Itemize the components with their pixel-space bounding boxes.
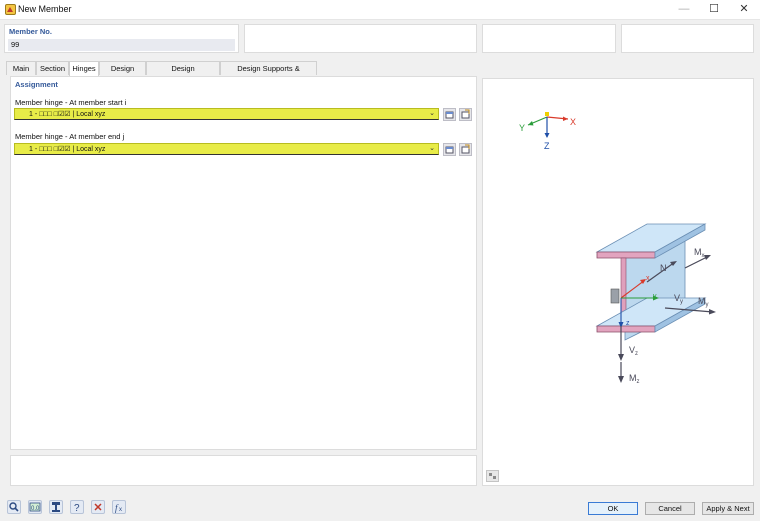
comment-panel[interactable] <box>10 455 477 486</box>
delete-button[interactable] <box>91 500 105 514</box>
mz-subscript: z <box>637 379 640 385</box>
member-info-icon <box>52 502 60 512</box>
delete-icon <box>94 503 102 511</box>
ok-button[interactable]: OK <box>588 502 638 515</box>
close-button[interactable]: ✕ <box>729 0 759 20</box>
numbers-button[interactable]: 0.0 <box>28 500 42 514</box>
function-icon: fx <box>115 503 122 513</box>
local-z-label: z <box>626 320 630 327</box>
svg-text:Mx: Mx <box>694 247 705 259</box>
hinge-start-value: 1 - □□□ □☑☑ | Local xyz <box>29 111 106 118</box>
mx-label: M <box>694 247 702 257</box>
search-icon <box>9 502 19 512</box>
window-title: New Member <box>18 4 72 14</box>
my-subscript: y <box>706 302 709 308</box>
maximize-button[interactable]: ☐ <box>699 0 729 20</box>
hinge-color-swatch <box>18 145 26 153</box>
tab-section[interactable]: Section <box>36 61 69 75</box>
svg-text:0.0: 0.0 <box>31 506 40 512</box>
svg-text:Mz: Mz <box>629 373 640 385</box>
my-label: M <box>698 296 706 306</box>
tab-design-supports-deflection[interactable]: Design Supports & Deflection <box>220 61 317 86</box>
tab-hinges[interactable]: Hinges <box>69 61 99 76</box>
axis-x-label: X <box>570 117 576 127</box>
svg-text:x: x <box>119 507 122 513</box>
reset-view-icon <box>489 473 496 479</box>
chevron-down-icon: ⌄ <box>429 145 435 152</box>
new-object-icon <box>445 111 454 119</box>
new-hinge-start-button[interactable] <box>443 108 456 121</box>
hinge-end-label: Member hinge - At member end j <box>15 132 125 141</box>
edit-hinge-end-button[interactable] <box>459 143 472 156</box>
app-icon <box>5 4 16 15</box>
edit-object-icon <box>461 144 470 154</box>
member-no-label: Member No. <box>9 27 52 36</box>
search-button[interactable] <box>7 500 21 514</box>
member-hinge-diagram: Mx N Vy My x y z Vz Mz <box>595 223 716 385</box>
n-label: N <box>660 263 667 273</box>
member-no-field[interactable]: 99 <box>8 39 235 51</box>
minimize-button[interactable]: — <box>669 0 699 20</box>
mx-subscript: x <box>702 253 705 259</box>
numbers-icon: 0.0 <box>29 502 41 512</box>
help-icon: ? <box>74 503 80 514</box>
coordinate-system-diagram: X Y Z <box>519 112 576 151</box>
svg-text:Vz: Vz <box>629 345 638 357</box>
assignment-title: Assignment <box>15 80 58 89</box>
help-button[interactable]: ? <box>70 500 84 514</box>
header-panel-2 <box>244 24 477 53</box>
tab-design-configurations[interactable]: Design Configurations <box>146 61 220 86</box>
tab-main[interactable]: Main <box>6 61 36 75</box>
reset-view-button[interactable] <box>486 470 499 482</box>
new-object-icon <box>445 146 454 154</box>
member-info-button[interactable] <box>49 500 63 514</box>
title-bar: New Member — ☐ ✕ <box>0 0 760 20</box>
local-y-label: y <box>653 293 657 300</box>
apply-next-button[interactable]: Apply & Next <box>702 502 754 515</box>
hinge-end-select[interactable]: 1 - □□□ □☑☑ | Local xyz ⌄ <box>14 143 439 155</box>
cancel-button[interactable]: Cancel <box>645 502 695 515</box>
vz-subscript: z <box>635 351 638 357</box>
mz-label: M <box>629 373 637 383</box>
header-panel-3 <box>482 24 616 53</box>
new-hinge-end-button[interactable] <box>443 143 456 156</box>
axis-z-label: Z <box>544 141 550 151</box>
edit-hinge-start-button[interactable] <box>459 108 472 121</box>
header-panel-4 <box>621 24 754 53</box>
vy-subscript: y <box>680 299 683 305</box>
hinge-start-select[interactable]: 1 - □□□ □☑☑ | Local xyz ⌄ <box>14 108 439 120</box>
chevron-down-icon: ⌄ <box>429 110 435 117</box>
axis-y-label: Y <box>519 123 525 133</box>
function-button[interactable]: fx <box>112 500 126 514</box>
tab-design-types[interactable]: Design Types <box>99 61 146 86</box>
hinge-end-value: 1 - □□□ □☑☑ | Local xyz <box>29 146 106 153</box>
hinge-start-label: Member hinge - At member start i <box>15 98 127 107</box>
local-x-label: x <box>646 275 650 282</box>
hinge-color-swatch <box>18 110 26 118</box>
svg-text:?: ? <box>74 503 80 513</box>
edit-object-icon <box>461 109 470 119</box>
